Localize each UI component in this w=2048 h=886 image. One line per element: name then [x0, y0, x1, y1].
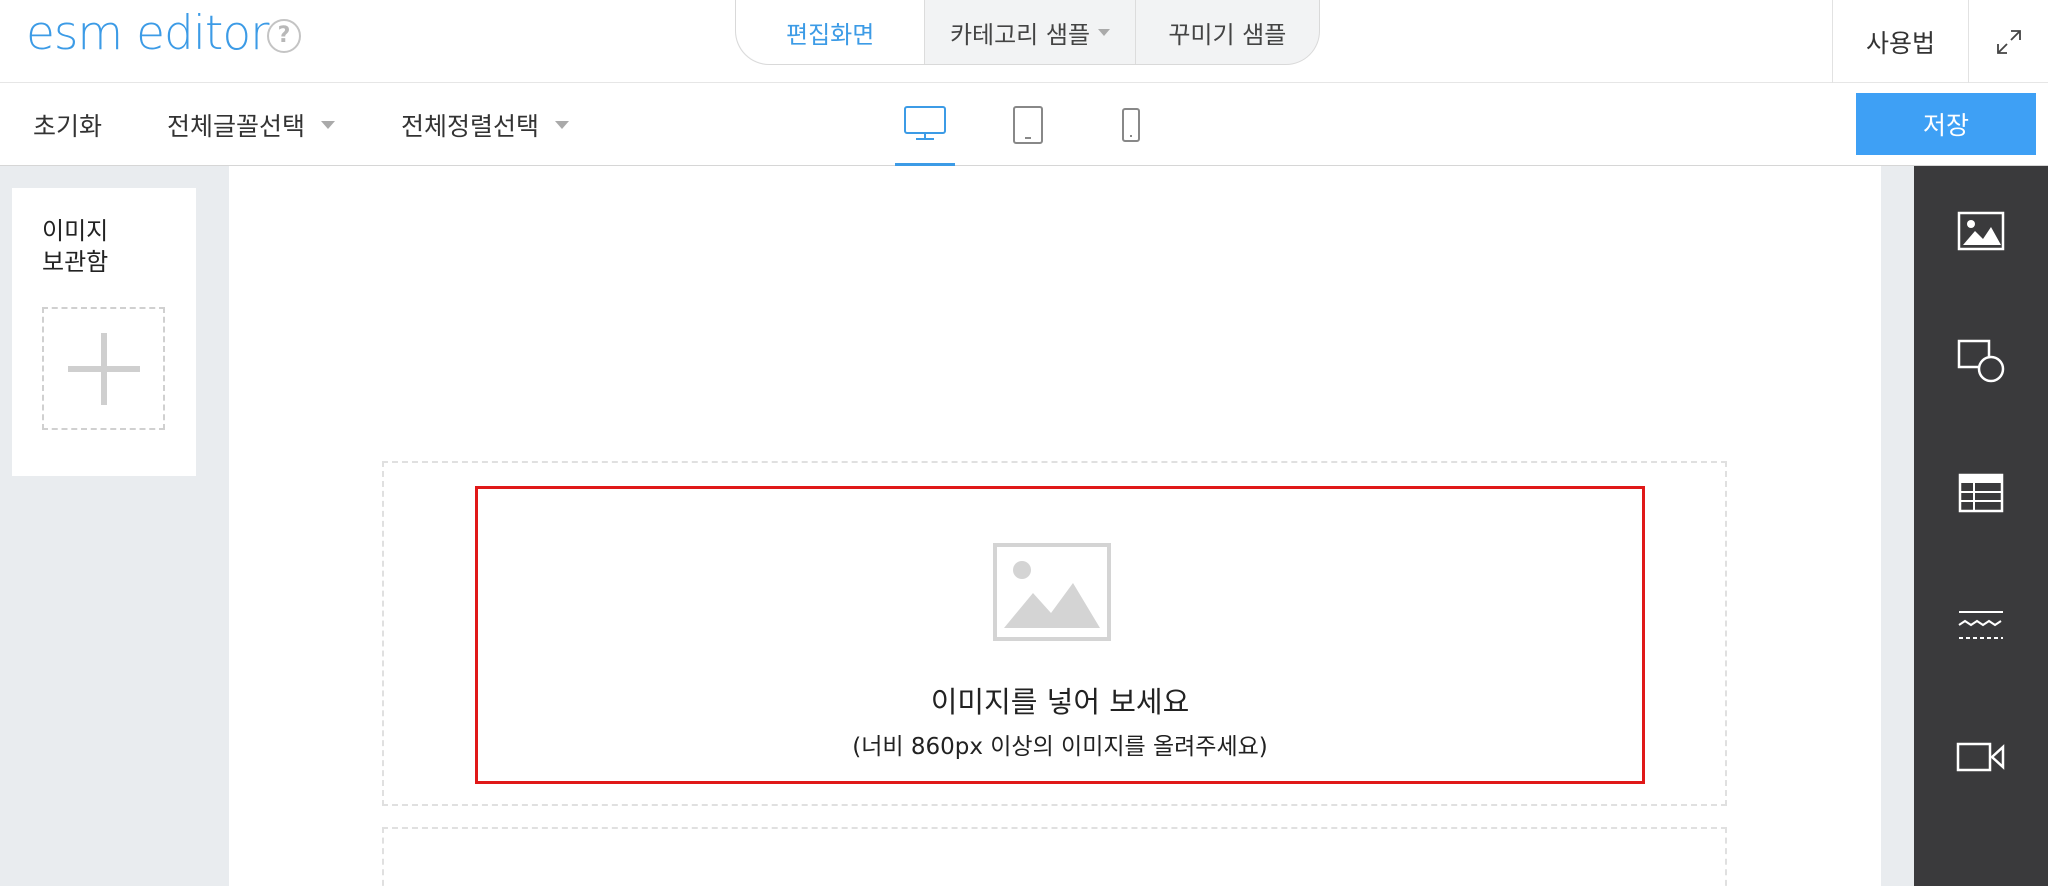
expand-icon — [1996, 29, 2021, 54]
drop-subtitle: (너비 860px 이상의 이미지를 올려주세요) — [852, 734, 1268, 760]
reset-label: 초기화 — [33, 111, 103, 141]
tool-sidebar — [1914, 166, 2048, 886]
mobile-icon — [1122, 107, 1140, 142]
tab-category-sample-label: 카테고리 샘플 — [949, 20, 1091, 49]
editor-toolbar: 초기화 전체글꼴선택 전체정렬선택 저장 — [0, 83, 2048, 166]
tab-decoration-sample-label: 꾸미기 샘플 — [1168, 20, 1287, 49]
image-icon — [1957, 211, 2005, 251]
add-image-button[interactable] — [42, 307, 165, 430]
drop-title: 이미지를 넣어 보세요 — [930, 685, 1190, 719]
image-placeholder-icon — [993, 543, 1111, 641]
tablet-view-button[interactable] — [998, 83, 1058, 166]
font-select[interactable]: 전체글꼴선택 — [167, 83, 336, 166]
tab-decoration-sample[interactable]: 꾸미기 샘플 — [1134, 0, 1319, 64]
insert-table-button[interactable] — [1914, 458, 2048, 528]
top-bar: esm editor ? 편집화면 카테고리 샘플 꾸미기 샘플 사용법 — [0, 0, 2048, 83]
align-select[interactable]: 전체정렬선택 — [401, 83, 570, 166]
image-drop-zone[interactable]: 이미지를 넣어 보세요 (너비 860px 이상의 이미지를 올려주세요) — [475, 486, 1645, 784]
insert-divider-button[interactable] — [1914, 590, 2048, 660]
table-icon — [1958, 473, 2004, 513]
font-select-label: 전체글꼴선택 — [167, 111, 306, 141]
tab-category-sample[interactable]: 카테고리 샘플 — [924, 0, 1134, 64]
insert-shape-button[interactable] — [1914, 326, 2048, 396]
desktop-icon — [904, 106, 946, 140]
help-icon[interactable]: ? — [267, 19, 301, 53]
tab-edit-screen-label: 편집화면 — [786, 20, 875, 49]
save-button[interactable]: 저장 — [1856, 93, 2036, 155]
how-to-label: 사용법 — [1865, 28, 1935, 58]
content-block[interactable] — [382, 827, 1727, 886]
divider-icon — [1958, 611, 2003, 639]
how-to-button[interactable]: 사용법 — [1832, 0, 1969, 83]
insert-image-button[interactable] — [1914, 196, 2048, 266]
chevron-down-icon — [321, 120, 336, 129]
align-select-label: 전체정렬선택 — [401, 111, 540, 141]
image-storage-panel: 이미지 보관함 — [12, 188, 196, 476]
app-logo: esm editor — [26, 6, 269, 61]
shapes-icon — [1957, 339, 2005, 383]
tablet-icon — [1013, 105, 1043, 144]
reset-button[interactable]: 초기화 — [33, 83, 102, 166]
save-label: 저장 — [1922, 111, 1969, 140]
video-icon — [1956, 742, 2005, 772]
insert-video-button[interactable] — [1914, 722, 2048, 792]
tab-edit-screen[interactable]: 편집화면 — [736, 0, 925, 64]
chevron-down-icon — [1098, 28, 1111, 36]
mobile-view-button[interactable] — [1101, 83, 1161, 166]
image-storage-title: 이미지 보관함 — [42, 217, 109, 276]
desktop-view-button[interactable] — [895, 83, 955, 166]
chevron-down-icon — [555, 120, 570, 129]
view-tabs: 편집화면 카테고리 샘플 꾸미기 샘플 — [735, 0, 1320, 65]
editor-canvas[interactable]: 이미지를 넣어 보세요 (너비 860px 이상의 이미지를 올려주세요) — [229, 166, 1881, 886]
workspace: 이미지 보관함 이미지를 넣어 보세요 (너비 860px 이상의 이미지를 올… — [0, 166, 2048, 886]
plus-icon — [67, 332, 140, 405]
expand-button[interactable] — [1969, 0, 2048, 83]
